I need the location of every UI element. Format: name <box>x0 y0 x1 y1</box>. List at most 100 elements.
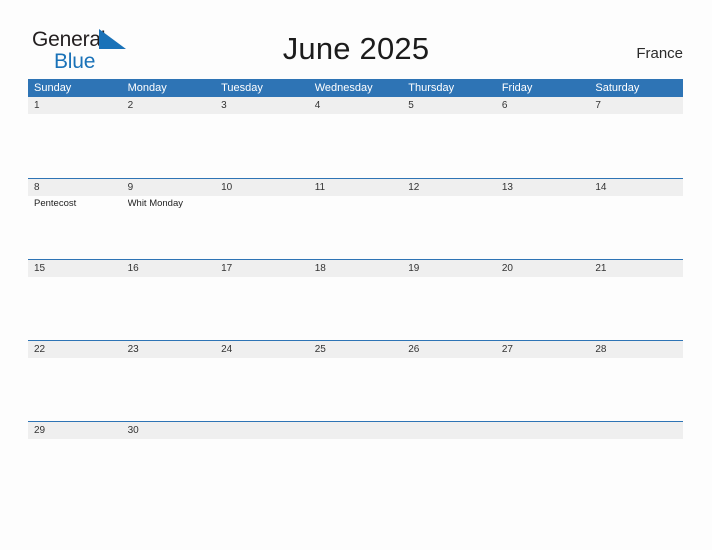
day-number[interactable]: 17 <box>215 260 309 277</box>
day-events[interactable] <box>402 358 496 420</box>
day-events[interactable] <box>496 439 590 501</box>
page-title: June 2025 <box>282 31 430 66</box>
day-events[interactable] <box>309 439 403 501</box>
day-number[interactable]: 5 <box>402 97 496 114</box>
day-number[interactable]: 21 <box>589 260 683 277</box>
day-events[interactable] <box>589 114 683 176</box>
day-number[interactable] <box>215 422 309 439</box>
day-number[interactable]: 14 <box>589 179 683 196</box>
day-number[interactable]: 24 <box>215 341 309 358</box>
day-number[interactable]: 23 <box>122 341 216 358</box>
day-events[interactable] <box>28 358 122 420</box>
day-events[interactable] <box>589 439 683 501</box>
week-event-band <box>28 114 683 176</box>
day-events[interactable] <box>589 358 683 420</box>
week-event-band <box>28 439 683 501</box>
week-date-band: 1 2 3 4 5 6 7 <box>28 97 683 114</box>
day-number[interactable]: 25 <box>309 341 403 358</box>
region-label: France <box>636 45 683 62</box>
day-events[interactable] <box>122 358 216 420</box>
day-number[interactable]: 8 <box>28 179 122 196</box>
weekday-header-friday: Friday <box>501 82 533 94</box>
calendar-week-row: 29 30 <box>28 421 683 502</box>
day-events[interactable] <box>589 196 683 258</box>
day-events[interactable] <box>215 358 309 420</box>
day-events[interactable] <box>215 277 309 339</box>
day-events[interactable] <box>402 196 496 258</box>
day-number[interactable]: 30 <box>122 422 216 439</box>
calendar-page: General Blue June 2025 France Sunday Mon… <box>0 0 712 550</box>
weekday-header-monday: Monday <box>127 82 167 94</box>
day-number[interactable]: 16 <box>122 260 216 277</box>
weekday-header-wednesday: Wednesday <box>314 82 373 94</box>
weekday-header-sunday: Sunday <box>34 82 72 94</box>
calendar-week-row: 8 9 10 11 12 13 14 Pentecost Whit Monday <box>28 178 683 259</box>
day-number[interactable] <box>309 422 403 439</box>
day-number[interactable] <box>402 422 496 439</box>
weekday-header-saturday: Saturday <box>595 82 640 94</box>
day-events[interactable] <box>215 114 309 176</box>
week-event-band: Pentecost Whit Monday <box>28 196 683 258</box>
day-number[interactable]: 13 <box>496 179 590 196</box>
day-events[interactable] <box>309 114 403 176</box>
week-event-band <box>28 358 683 420</box>
calendar-week-row: 1 2 3 4 5 6 7 <box>28 97 683 178</box>
day-number[interactable]: 15 <box>28 260 122 277</box>
day-number[interactable]: 4 <box>309 97 403 114</box>
day-number[interactable]: 20 <box>496 260 590 277</box>
week-date-band: 29 30 <box>28 422 683 439</box>
day-events[interactable] <box>496 358 590 420</box>
day-events[interactable] <box>28 439 122 501</box>
weekday-header-tuesday: Tuesday <box>221 82 263 94</box>
day-events[interactable]: Whit Monday <box>122 196 216 258</box>
day-number[interactable]: 27 <box>496 341 590 358</box>
event-label: Whit Monday <box>127 198 183 209</box>
day-events[interactable] <box>496 114 590 176</box>
day-events[interactable] <box>215 439 309 501</box>
day-events[interactable] <box>28 114 122 176</box>
day-number[interactable]: 29 <box>28 422 122 439</box>
calendar-week-row: 15 16 17 18 19 20 21 <box>28 259 683 340</box>
day-events[interactable] <box>496 196 590 258</box>
day-events[interactable] <box>309 196 403 258</box>
day-number[interactable]: 2 <box>122 97 216 114</box>
day-events[interactable]: Pentecost <box>28 196 122 258</box>
day-events[interactable] <box>122 277 216 339</box>
day-number[interactable]: 7 <box>589 97 683 114</box>
weekday-header-thursday: Thursday <box>408 82 455 94</box>
day-number[interactable]: 9 <box>122 179 216 196</box>
day-events[interactable] <box>122 114 216 176</box>
week-date-band: 15 16 17 18 19 20 21 <box>28 260 683 277</box>
week-date-band: 8 9 10 11 12 13 14 <box>28 179 683 196</box>
day-number[interactable]: 3 <box>215 97 309 114</box>
day-events[interactable] <box>496 277 590 339</box>
day-events[interactable] <box>402 439 496 501</box>
day-events[interactable] <box>309 358 403 420</box>
day-number[interactable]: 22 <box>28 341 122 358</box>
weekday-header-row: Sunday Monday Tuesday Wednesday Thursday… <box>28 79 683 97</box>
day-events[interactable] <box>28 277 122 339</box>
page-header: General Blue June 2025 France <box>0 0 712 79</box>
calendar-week-row: 22 23 24 25 26 27 28 <box>28 340 683 421</box>
day-events[interactable] <box>402 114 496 176</box>
day-number[interactable]: 10 <box>215 179 309 196</box>
day-events[interactable] <box>309 277 403 339</box>
week-date-band: 22 23 24 25 26 27 28 <box>28 341 683 358</box>
day-events[interactable] <box>215 196 309 258</box>
day-number[interactable] <box>496 422 590 439</box>
day-number[interactable]: 6 <box>496 97 590 114</box>
day-events[interactable] <box>402 277 496 339</box>
day-events[interactable] <box>122 439 216 501</box>
day-number[interactable]: 12 <box>402 179 496 196</box>
day-number[interactable]: 26 <box>402 341 496 358</box>
day-events[interactable] <box>589 277 683 339</box>
day-number[interactable]: 1 <box>28 97 122 114</box>
day-number[interactable]: 11 <box>309 179 403 196</box>
day-number[interactable]: 18 <box>309 260 403 277</box>
day-number[interactable]: 19 <box>402 260 496 277</box>
day-number[interactable]: 28 <box>589 341 683 358</box>
event-label: Pentecost <box>34 198 77 209</box>
day-number[interactable] <box>589 422 683 439</box>
calendar-grid: Sunday Monday Tuesday Wednesday Thursday… <box>28 79 683 502</box>
week-event-band <box>28 277 683 339</box>
